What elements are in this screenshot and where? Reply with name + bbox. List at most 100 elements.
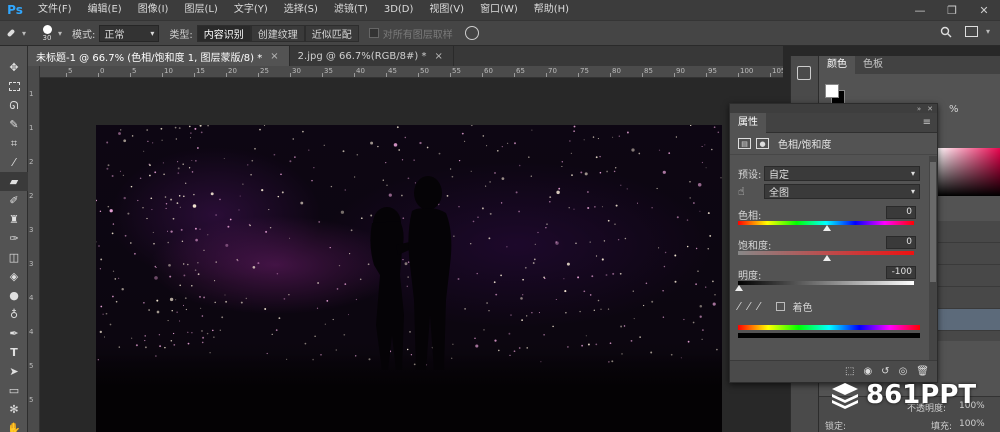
color-picker-field[interactable] <box>937 148 1000 196</box>
pen-tool-icon[interactable]: ✒ <box>0 324 28 343</box>
content-aware-button[interactable]: 内容识别 <box>196 24 251 42</box>
3d-tool-icon[interactable]: ✻ <box>0 400 28 419</box>
hand-tool-icon[interactable]: ✋ <box>0 419 28 432</box>
marquee-tool-icon[interactable] <box>0 77 28 96</box>
saturation-slider-thumb[interactable] <box>823 255 831 261</box>
view-previous-icon[interactable]: ◉ <box>863 366 872 377</box>
crop-tool-icon[interactable]: ⌗ <box>0 134 28 153</box>
close-icon[interactable]: × <box>270 51 278 62</box>
clone-stamp-tool-icon[interactable]: ♜ <box>0 210 28 229</box>
hue-slider-thumb[interactable] <box>823 225 831 231</box>
adjustment-icon[interactable]: ▤ <box>738 138 751 149</box>
panel-scrollbar[interactable] <box>929 156 937 361</box>
layer-row[interactable] <box>937 221 1000 243</box>
ruler-tick-label: 1 <box>29 90 34 98</box>
properties-panel: » ✕ 属性 ≡ ▤ ● 色相/饱和度 预设: 自定 ▾ ☝ 全图 ▾ 色相: … <box>729 103 938 383</box>
layer-row[interactable] <box>937 243 1000 265</box>
channel-select[interactable]: 全图 ▾ <box>764 184 920 199</box>
tab-swatches[interactable]: 色板 <box>855 56 891 74</box>
blur-tool-icon[interactable]: ● <box>0 286 28 305</box>
menu-select[interactable]: 选择(S) <box>276 0 326 20</box>
menu-window[interactable]: 窗口(W) <box>472 0 526 20</box>
chevron-down-icon[interactable]: ▾ <box>22 29 26 38</box>
lasso-tool-icon[interactable]: ᘏ <box>0 96 28 115</box>
chevron-down-icon[interactable]: ▾ <box>986 27 990 36</box>
brush-preset-picker[interactable]: 30 <box>36 24 58 42</box>
adjustment-title: 色相/饱和度 <box>778 140 832 151</box>
mode-select[interactable]: 正常 ▾ <box>99 24 160 42</box>
eyedropper-minus-icon[interactable]: ⁄ <box>758 300 760 313</box>
create-texture-button[interactable]: 创建纹理 <box>250 24 305 42</box>
search-icon[interactable] <box>940 26 952 41</box>
saturation-value[interactable]: 0 <box>886 236 916 249</box>
lightness-value[interactable]: -100 <box>886 266 916 279</box>
lightness-slider-thumb[interactable] <box>735 285 743 291</box>
tab-untitled-1[interactable]: 未标题-1 @ 66.7% (色相/饱和度 1, 图层蒙版/8) * × <box>28 46 290 66</box>
dodge-tool-icon[interactable]: ♁ <box>0 305 28 324</box>
preset-select[interactable]: 自定 ▾ <box>764 166 920 181</box>
type-tool-icon[interactable]: T <box>0 343 28 362</box>
reset-icon[interactable]: ↺ <box>881 366 889 377</box>
eyedropper-row: ⁄ ⁄ ⁄ 着色 <box>738 299 813 314</box>
menu-help[interactable]: 帮助(H) <box>526 0 577 20</box>
proximity-match-button[interactable]: 近似匹配 <box>304 24 359 42</box>
pressure-size-icon[interactable] <box>464 26 479 40</box>
menu-filter[interactable]: 滤镜(T) <box>326 0 376 20</box>
tab-color[interactable]: 颜色 <box>819 56 855 74</box>
menu-file[interactable]: 文件(F) <box>30 0 80 20</box>
menu-edit[interactable]: 编辑(E) <box>80 0 130 20</box>
ruler-top[interactable]: 5 0 5 10 15 20 25 30 35 40 45 50 55 60 65 70 75 80 85 90 95 1… <box>40 66 783 78</box>
lightness-slider[interactable] <box>738 281 914 285</box>
eraser-tool-icon[interactable]: ◫ <box>0 248 28 267</box>
layer-row[interactable] <box>937 309 1000 331</box>
restore-button[interactable]: ❐ <box>936 0 968 20</box>
close-window-button[interactable]: ✕ <box>968 0 1000 20</box>
ruler-left[interactable]: 1 1 2 2 3 3 4 4 5 5 <box>28 66 40 432</box>
shape-tool-icon[interactable]: ▭ <box>0 381 28 400</box>
panel-menu-icon[interactable]: ≡ <box>923 117 931 128</box>
scrollbar-thumb[interactable] <box>930 162 936 282</box>
eyedropper-tool-icon[interactable]: ⁄ <box>0 153 28 172</box>
minimize-button[interactable]: — <box>904 0 936 20</box>
quick-selection-tool-icon[interactable]: ✎ <box>0 115 28 134</box>
layer-row[interactable] <box>937 287 1000 309</box>
hue-value[interactable]: 0 <box>886 206 916 219</box>
clip-to-layer-icon[interactable]: ⬚ <box>845 366 854 377</box>
foreground-color-swatch[interactable] <box>825 84 839 98</box>
menu-image[interactable]: 图像(I) <box>130 0 177 20</box>
fill-value[interactable]: 100% <box>959 419 985 429</box>
menu-3d[interactable]: 3D(D) <box>376 0 422 20</box>
document-canvas[interactable] <box>96 125 722 432</box>
paint-bucket-tool-icon[interactable]: ◈ <box>0 267 28 286</box>
menu-layer[interactable]: 图层(L) <box>176 0 225 20</box>
ruler-tick-label: 80 <box>612 67 621 75</box>
tab-properties[interactable]: 属性 <box>730 112 766 133</box>
mask-icon[interactable]: ● <box>756 138 769 149</box>
eyedropper-plus-icon[interactable]: ⁄ <box>748 300 750 313</box>
chevron-down-icon[interactable]: ▾ <box>58 29 62 38</box>
close-icon[interactable]: ✕ <box>927 105 933 113</box>
history-brush-tool-icon[interactable]: ✑ <box>0 229 28 248</box>
close-icon[interactable]: × <box>434 51 442 62</box>
tab-2-jpg[interactable]: 2.jpg @ 66.7%(RGB/8#) * × <box>290 46 454 66</box>
collapse-icon[interactable]: » <box>917 105 921 113</box>
healing-brush-tool-icon[interactable]: ▰ <box>0 172 28 191</box>
menu-view[interactable]: 视图(V) <box>421 0 472 20</box>
colorize-checkbox[interactable] <box>775 302 785 311</box>
target-adjust-hand-icon[interactable]: ☝ <box>738 185 764 198</box>
healing-brush-tool-icon[interactable] <box>0 26 22 40</box>
eyedropper-icon[interactable]: ⁄ <box>738 300 740 313</box>
ruler-tick-label: 3 <box>29 226 34 234</box>
sample-all-layers-checkbox[interactable] <box>368 28 379 38</box>
ruler-tick <box>130 73 131 77</box>
path-selection-tool-icon[interactable]: ➤ <box>0 362 28 381</box>
history-panel-icon[interactable] <box>797 66 811 80</box>
workspace-icon[interactable] <box>965 26 978 37</box>
visibility-eye-icon[interactable]: ◎ <box>899 366 908 377</box>
delete-icon[interactable]: 🗑 <box>916 366 929 377</box>
layer-row[interactable] <box>937 265 1000 287</box>
ruler-tick-label: 90 <box>676 67 685 75</box>
brush-tool-icon[interactable]: ✐ <box>0 191 28 210</box>
menu-type[interactable]: 文字(Y) <box>226 0 276 20</box>
move-tool-icon[interactable]: ✥ <box>0 58 28 77</box>
